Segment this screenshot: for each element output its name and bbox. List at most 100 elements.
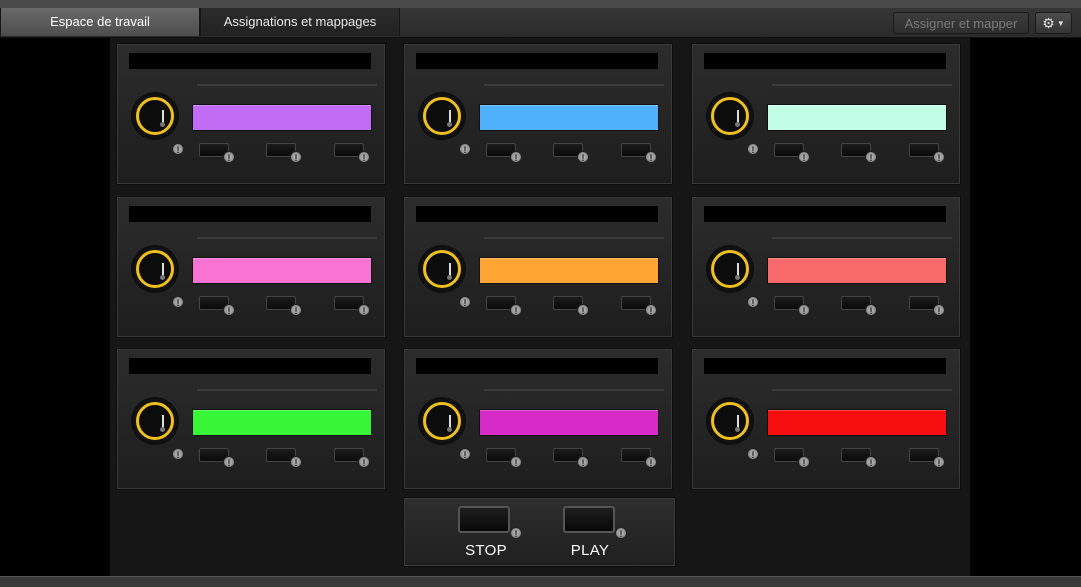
rotary-knob[interactable] bbox=[706, 92, 754, 140]
knob-ring bbox=[711, 250, 749, 288]
knob-ring bbox=[711, 402, 749, 440]
strip-rail bbox=[772, 237, 952, 239]
knob-center bbox=[447, 427, 452, 432]
chevron-down-icon: ▼ bbox=[1056, 19, 1065, 28]
color-level-bar[interactable] bbox=[192, 104, 372, 131]
info-icon[interactable]: ! bbox=[747, 296, 759, 308]
rotary-knob[interactable] bbox=[706, 397, 754, 445]
info-icon[interactable]: ! bbox=[290, 304, 302, 316]
info-icon[interactable]: ! bbox=[645, 151, 657, 163]
rotary-knob[interactable] bbox=[131, 397, 179, 445]
strip-rail bbox=[197, 237, 377, 239]
info-icon[interactable]: ! bbox=[358, 456, 370, 468]
rotary-knob[interactable] bbox=[418, 92, 466, 140]
info-icon[interactable]: ! bbox=[798, 304, 810, 316]
assign-map-button[interactable]: Assigner et mapper bbox=[893, 12, 1029, 34]
color-level-bar[interactable] bbox=[192, 257, 372, 284]
rotary-knob[interactable] bbox=[131, 245, 179, 293]
info-icon[interactable]: ! bbox=[933, 304, 945, 316]
info-icon[interactable]: ! bbox=[358, 151, 370, 163]
info-icon[interactable]: ! bbox=[459, 296, 471, 308]
info-icon[interactable]: ! bbox=[459, 448, 471, 460]
color-level-bar[interactable] bbox=[479, 409, 659, 436]
bottom-edge bbox=[0, 576, 1081, 587]
tab-workspace[interactable]: Espace de travail bbox=[0, 8, 200, 36]
play-button[interactable] bbox=[563, 506, 615, 533]
info-icon[interactable]: ! bbox=[577, 304, 589, 316]
rotary-knob[interactable] bbox=[418, 245, 466, 293]
info-icon[interactable]: ! bbox=[223, 151, 235, 163]
strip-rail bbox=[772, 393, 952, 394]
color-level-bar[interactable] bbox=[767, 104, 947, 131]
info-icon[interactable]: ! bbox=[865, 456, 877, 468]
rotary-knob[interactable] bbox=[706, 245, 754, 293]
channel-strip: !!!! bbox=[691, 196, 961, 338]
settings-menu-button[interactable]: ⚙ ▼ bbox=[1035, 12, 1072, 34]
knob-center bbox=[160, 427, 165, 432]
strip-name-field[interactable] bbox=[703, 357, 947, 375]
info-icon[interactable]: ! bbox=[577, 456, 589, 468]
tab-assignments-mappings[interactable]: Assignations et mappages bbox=[200, 8, 400, 36]
channel-strip: !!!! bbox=[691, 43, 961, 185]
channel-strip: !!!! bbox=[691, 348, 961, 490]
info-icon[interactable]: ! bbox=[510, 304, 522, 316]
strip-name-field[interactable] bbox=[703, 52, 947, 70]
info-icon[interactable]: ! bbox=[290, 456, 302, 468]
info-icon[interactable]: ! bbox=[510, 456, 522, 468]
info-icon[interactable]: ! bbox=[615, 527, 627, 539]
color-level-bar[interactable] bbox=[767, 409, 947, 436]
rotary-knob[interactable] bbox=[418, 397, 466, 445]
info-icon[interactable]: ! bbox=[172, 296, 184, 308]
top-toolbar: Espace de travail Assignations et mappag… bbox=[0, 0, 1081, 38]
info-icon[interactable]: ! bbox=[645, 304, 657, 316]
knob-ring bbox=[136, 250, 174, 288]
info-icon[interactable]: ! bbox=[358, 304, 370, 316]
info-icon[interactable]: ! bbox=[459, 143, 471, 155]
info-icon[interactable]: ! bbox=[223, 456, 235, 468]
info-icon[interactable]: ! bbox=[172, 448, 184, 460]
knob-center bbox=[160, 122, 165, 127]
info-icon[interactable]: ! bbox=[865, 304, 877, 316]
info-icon[interactable]: ! bbox=[747, 448, 759, 460]
color-level-bar[interactable] bbox=[767, 257, 947, 284]
info-icon[interactable]: ! bbox=[865, 151, 877, 163]
window-edge bbox=[0, 0, 1081, 8]
color-level-bar[interactable] bbox=[192, 409, 372, 436]
stop-button[interactable] bbox=[458, 506, 510, 533]
info-icon[interactable]: ! bbox=[645, 456, 657, 468]
strip-name-field[interactable] bbox=[128, 52, 372, 70]
info-icon[interactable]: ! bbox=[798, 456, 810, 468]
info-icon[interactable]: ! bbox=[577, 151, 589, 163]
strip-name-field[interactable] bbox=[128, 357, 372, 375]
knob-center bbox=[735, 122, 740, 127]
info-icon[interactable]: ! bbox=[933, 151, 945, 163]
strip-name-field[interactable] bbox=[128, 205, 372, 223]
channel-strip: !!!! bbox=[116, 43, 386, 185]
info-icon[interactable]: ! bbox=[290, 151, 302, 163]
strip-name-field[interactable] bbox=[703, 205, 947, 223]
info-icon[interactable]: ! bbox=[933, 456, 945, 468]
strip-rail bbox=[197, 389, 377, 391]
color-level-bar[interactable] bbox=[479, 257, 659, 284]
gear-icon: ⚙ bbox=[1042, 15, 1055, 31]
strip-rail bbox=[484, 88, 664, 89]
knob-center bbox=[447, 275, 452, 280]
play-label: PLAY bbox=[570, 542, 610, 559]
rotary-knob[interactable] bbox=[131, 92, 179, 140]
info-icon[interactable]: ! bbox=[510, 527, 522, 539]
strip-name-field[interactable] bbox=[415, 52, 659, 70]
knob-ring bbox=[423, 402, 461, 440]
knob-ring bbox=[711, 97, 749, 135]
color-level-bar[interactable] bbox=[479, 104, 659, 131]
strip-rail bbox=[197, 393, 377, 394]
info-icon[interactable]: ! bbox=[172, 143, 184, 155]
strip-name-field[interactable] bbox=[415, 357, 659, 375]
info-icon[interactable]: ! bbox=[510, 151, 522, 163]
info-icon[interactable]: ! bbox=[798, 151, 810, 163]
strip-rail bbox=[484, 237, 664, 239]
info-icon[interactable]: ! bbox=[747, 143, 759, 155]
right-margin bbox=[970, 38, 1081, 578]
stop-label: STOP bbox=[465, 542, 507, 559]
strip-name-field[interactable] bbox=[415, 205, 659, 223]
info-icon[interactable]: ! bbox=[223, 304, 235, 316]
